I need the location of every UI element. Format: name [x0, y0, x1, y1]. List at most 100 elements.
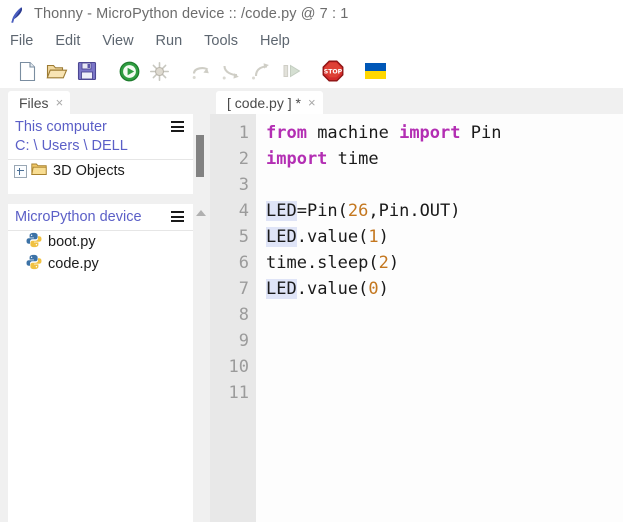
title-bar: Thonny - MicroPython device :: /code.py … — [0, 0, 623, 28]
code-line: from machine import Pin — [266, 120, 623, 146]
menu-item-run[interactable]: Run — [156, 33, 195, 49]
this-computer-hamburger-menu-icon[interactable] — [171, 121, 184, 132]
code-token: import — [266, 149, 328, 169]
line-number: 5 — [238, 227, 249, 247]
micropython-device-panel: MicroPython device boot.py code.py — [8, 204, 193, 282]
line-number: 6 — [238, 253, 249, 273]
scroll-up-arrow-icon[interactable] — [196, 210, 206, 216]
menu-item-edit[interactable]: Edit — [55, 33, 92, 49]
code-token: .value( — [296, 227, 369, 247]
code-token: Pin — [460, 123, 502, 143]
code-token: import — [399, 123, 461, 143]
code-text-area[interactable]: from machine import Pin import time LED=P… — [256, 114, 623, 522]
save-disk-icon — [77, 61, 97, 81]
python-file-icon — [26, 232, 42, 253]
run-play-icon — [119, 61, 140, 82]
micropython-device-title: MicroPython device — [15, 209, 142, 225]
list-item-label: boot.py — [48, 234, 96, 250]
line-number-gutter: 1 2 3 4 5 6 7 8 9 10 11 — [210, 114, 256, 522]
code-token: 0 — [368, 279, 379, 299]
line-number: 8 — [238, 305, 249, 325]
line-number: 7 — [238, 279, 249, 299]
tab-files[interactable]: Files × — [8, 91, 71, 114]
new-file-icon — [18, 61, 37, 82]
list-item[interactable]: boot.py — [8, 231, 193, 253]
line-number: 4 — [238, 201, 249, 221]
step-into-button[interactable] — [219, 59, 243, 83]
menu-item-help[interactable]: Help — [260, 33, 302, 49]
tab-code-py-close-icon[interactable]: × — [308, 96, 316, 109]
files-scrollbar-thumb[interactable] — [196, 135, 204, 177]
menu-item-tools[interactable]: Tools — [204, 33, 250, 49]
code-token: LED — [266, 201, 297, 221]
expand-3d-objects-icon[interactable] — [14, 164, 27, 178]
debug-button[interactable] — [147, 59, 171, 83]
code-editor[interactable]: 1 2 3 4 5 6 7 8 9 10 11 from machine imp… — [210, 114, 623, 522]
this-computer-header: This computer C: \ Users \ DELL — [8, 114, 193, 156]
thonny-feather-icon — [9, 6, 25, 23]
line-number: 11 — [228, 383, 249, 403]
python-file-icon — [26, 254, 42, 275]
ukraine-flag-button[interactable] — [363, 59, 387, 83]
stop-button[interactable]: STOP — [321, 59, 345, 83]
open-file-button[interactable] — [45, 59, 69, 83]
run-button[interactable] — [117, 59, 141, 83]
open-folder-icon — [46, 62, 68, 81]
files-scrollbar[interactable] — [193, 114, 206, 209]
code-line: LED.value(0) — [266, 276, 623, 302]
code-token: time.sleep( — [266, 253, 379, 273]
code-line: import time — [266, 146, 623, 172]
code-line: LED.value(1) — [266, 224, 623, 250]
code-token: from — [266, 123, 307, 143]
code-token: LED — [266, 227, 297, 247]
save-file-button[interactable] — [75, 59, 99, 83]
folder-icon — [31, 162, 47, 181]
tab-files-label: Files — [19, 94, 49, 111]
editor-tabstrip: [ code.py ] * × — [210, 88, 623, 114]
thonny-window: Thonny - MicroPython device :: /code.py … — [0, 0, 623, 522]
files-pane-background — [8, 282, 193, 522]
code-token: ) — [378, 279, 389, 299]
list-item-label: code.py — [48, 256, 99, 272]
micropython-device-header: MicroPython device — [8, 204, 193, 227]
step-over-button[interactable] — [189, 59, 213, 83]
files-pane: Files × This computer C: \ Users \ DELL — [0, 88, 210, 522]
code-token: 26 — [347, 201, 369, 221]
menu-bar: File Edit View Run Tools Help — [0, 28, 623, 54]
list-item[interactable]: code.py — [8, 253, 193, 275]
code-token: 1 — [368, 227, 379, 247]
this-computer-path: C: \ Users \ DELL — [15, 138, 128, 154]
menu-item-file[interactable]: File — [10, 33, 45, 49]
tab-files-close-icon[interactable]: × — [56, 96, 64, 109]
step-out-icon — [251, 61, 272, 81]
code-line: LED=Pin(26,Pin.OUT) — [266, 198, 623, 224]
tab-code-py[interactable]: [ code.py ] * × — [216, 91, 323, 114]
code-token: .value( — [296, 279, 369, 299]
files-tabstrip: Files × — [0, 88, 210, 114]
debug-bug-icon — [149, 61, 170, 82]
menu-item-view[interactable]: View — [102, 33, 145, 49]
resume-button[interactable] — [279, 59, 303, 83]
list-item[interactable]: 3D Objects — [8, 160, 193, 182]
ukraine-flag-icon — [364, 63, 386, 79]
micropython-device-hamburger-menu-icon[interactable] — [171, 211, 184, 222]
code-token: =Pin( — [296, 201, 348, 221]
code-token: machine — [306, 123, 400, 143]
tab-code-py-label: [ code.py ] * — [227, 94, 301, 111]
window-title: Thonny - MicroPython device :: /code.py … — [34, 6, 349, 22]
code-line: time.sleep(2) — [266, 250, 623, 276]
new-file-button[interactable] — [15, 59, 39, 83]
this-computer-panel: This computer C: \ Users \ DELL 3D Objec… — [8, 114, 193, 194]
code-token: ) — [388, 253, 400, 273]
stop-sign-icon: STOP — [322, 60, 344, 82]
step-out-button[interactable] — [249, 59, 273, 83]
svg-text:STOP: STOP — [324, 69, 343, 76]
code-token: ) — [378, 227, 389, 247]
line-number: 2 — [238, 149, 249, 169]
line-number: 3 — [238, 175, 249, 195]
editor-pane: [ code.py ] * × 1 2 3 4 5 6 7 8 9 10 11 … — [210, 88, 623, 522]
